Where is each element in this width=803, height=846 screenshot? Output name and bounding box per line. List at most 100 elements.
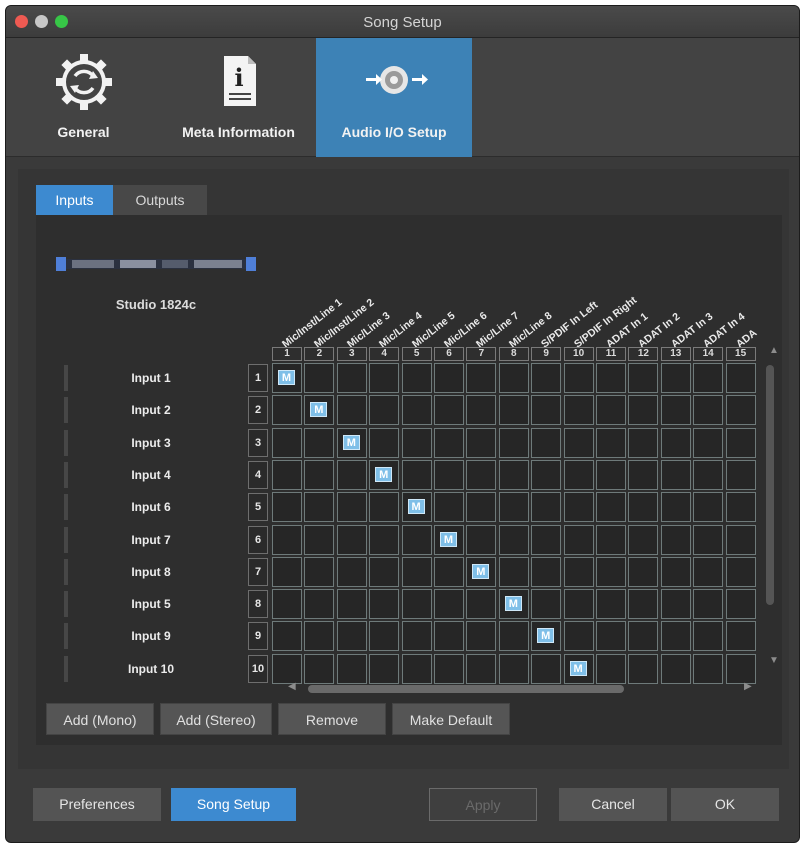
routing-cell[interactable] [596, 459, 626, 490]
routing-cell[interactable] [596, 427, 626, 458]
routing-cell[interactable] [498, 653, 529, 684]
routing-cell[interactable] [596, 492, 626, 523]
routing-cell[interactable] [434, 492, 464, 523]
row-drag-handle[interactable] [64, 461, 68, 488]
routing-cell[interactable] [531, 427, 562, 458]
routing-cell[interactable] [563, 395, 594, 426]
song-setup-button[interactable]: Song Setup [171, 788, 296, 821]
routing-cell[interactable] [531, 524, 562, 555]
make-default-button[interactable]: Make Default [392, 703, 510, 735]
routing-cell[interactable] [628, 524, 659, 555]
routing-cell[interactable] [369, 589, 400, 620]
routing-cell[interactable] [693, 395, 724, 426]
routing-cell[interactable] [693, 524, 724, 555]
routing-cell[interactable] [531, 459, 562, 490]
routing-cell[interactable] [725, 363, 756, 393]
row-drag-handle[interactable] [64, 397, 68, 424]
routing-cell[interactable] [466, 427, 497, 458]
routing-cell[interactable] [498, 363, 529, 393]
routing-cell[interactable] [498, 459, 529, 490]
routing-cell[interactable] [563, 427, 594, 458]
routing-cell[interactable] [466, 589, 497, 620]
row-drag-handle[interactable] [64, 429, 68, 456]
routing-cell[interactable] [401, 524, 432, 555]
vertical-scrollbar[interactable] [766, 365, 774, 605]
routing-cell[interactable] [628, 653, 659, 684]
routing-cell[interactable] [272, 589, 302, 620]
routing-cell[interactable] [401, 621, 432, 652]
routing-cell[interactable] [336, 395, 367, 426]
routing-cell[interactable]: M [531, 621, 562, 652]
tab-inputs[interactable]: Inputs [36, 185, 113, 215]
routing-cell[interactable] [336, 589, 367, 620]
routing-cell[interactable] [628, 492, 659, 523]
routing-cell[interactable] [693, 621, 724, 652]
routing-cell[interactable] [272, 524, 302, 555]
routing-cell[interactable] [531, 363, 562, 393]
routing-cell[interactable] [693, 363, 724, 393]
mono-assignment-marker[interactable]: M [407, 499, 425, 515]
routing-cell[interactable] [725, 621, 756, 652]
toolbar-general[interactable]: General [6, 38, 161, 157]
input-row-label[interactable]: Input 8 [96, 565, 206, 579]
routing-cell[interactable] [369, 621, 400, 652]
routing-cell[interactable] [401, 395, 432, 426]
routing-cell[interactable] [304, 621, 335, 652]
input-row-label[interactable]: Input 10 [96, 662, 206, 676]
routing-cell[interactable] [725, 459, 756, 490]
routing-cell[interactable] [596, 395, 626, 426]
routing-cell[interactable] [336, 653, 367, 684]
routing-cell[interactable] [563, 621, 594, 652]
routing-cell[interactable] [725, 492, 756, 523]
routing-cell[interactable] [369, 492, 400, 523]
routing-cell[interactable] [369, 363, 400, 393]
row-drag-handle[interactable] [64, 558, 68, 585]
routing-cell[interactable] [466, 524, 497, 555]
routing-cell[interactable] [660, 556, 691, 587]
routing-cell[interactable] [563, 459, 594, 490]
routing-cell[interactable] [725, 427, 756, 458]
routing-cell[interactable] [531, 492, 562, 523]
scroll-left-arrow-icon[interactable]: ◀ [288, 681, 296, 692]
routing-cell[interactable] [336, 363, 367, 393]
routing-cell[interactable] [369, 427, 400, 458]
add-mono-button[interactable]: Add (Mono) [46, 703, 154, 735]
mono-assignment-marker[interactable]: M [342, 434, 360, 450]
routing-cell[interactable] [660, 589, 691, 620]
routing-cell[interactable] [596, 363, 626, 393]
routing-cell[interactable]: M [563, 653, 594, 684]
routing-cell[interactable] [369, 524, 400, 555]
input-row-label[interactable]: Input 1 [96, 371, 206, 385]
routing-cell[interactable] [628, 589, 659, 620]
toolbar-audio-io-setup[interactable]: Audio I/O Setup [316, 38, 472, 157]
routing-cell[interactable] [401, 427, 432, 458]
horizontal-scrollbar[interactable] [308, 685, 624, 693]
input-row-label[interactable]: Input 9 [96, 629, 206, 643]
routing-cell[interactable] [434, 621, 464, 652]
routing-cell[interactable] [401, 653, 432, 684]
routing-cell[interactable] [660, 363, 691, 393]
routing-cell[interactable] [304, 492, 335, 523]
routing-cell[interactable] [628, 427, 659, 458]
routing-cell[interactable] [401, 556, 432, 587]
mono-assignment-marker[interactable]: M [375, 466, 393, 482]
routing-cell[interactable] [434, 363, 464, 393]
routing-cell[interactable] [628, 363, 659, 393]
routing-cell[interactable] [401, 363, 432, 393]
routing-cell[interactable] [693, 653, 724, 684]
tab-outputs[interactable]: Outputs [113, 185, 207, 215]
routing-cell[interactable] [466, 621, 497, 652]
mono-assignment-marker[interactable]: M [537, 628, 555, 644]
routing-cell[interactable] [304, 589, 335, 620]
routing-cell[interactable] [369, 653, 400, 684]
routing-cell[interactable] [531, 589, 562, 620]
routing-cell[interactable] [466, 459, 497, 490]
routing-cell[interactable] [336, 459, 367, 490]
routing-cell[interactable] [434, 395, 464, 426]
routing-cell[interactable] [660, 653, 691, 684]
scroll-up-arrow-icon[interactable]: ▲ [769, 345, 779, 356]
routing-cell[interactable] [660, 427, 691, 458]
routing-cell[interactable] [725, 556, 756, 587]
routing-cell[interactable] [660, 621, 691, 652]
routing-cell[interactable] [628, 556, 659, 587]
